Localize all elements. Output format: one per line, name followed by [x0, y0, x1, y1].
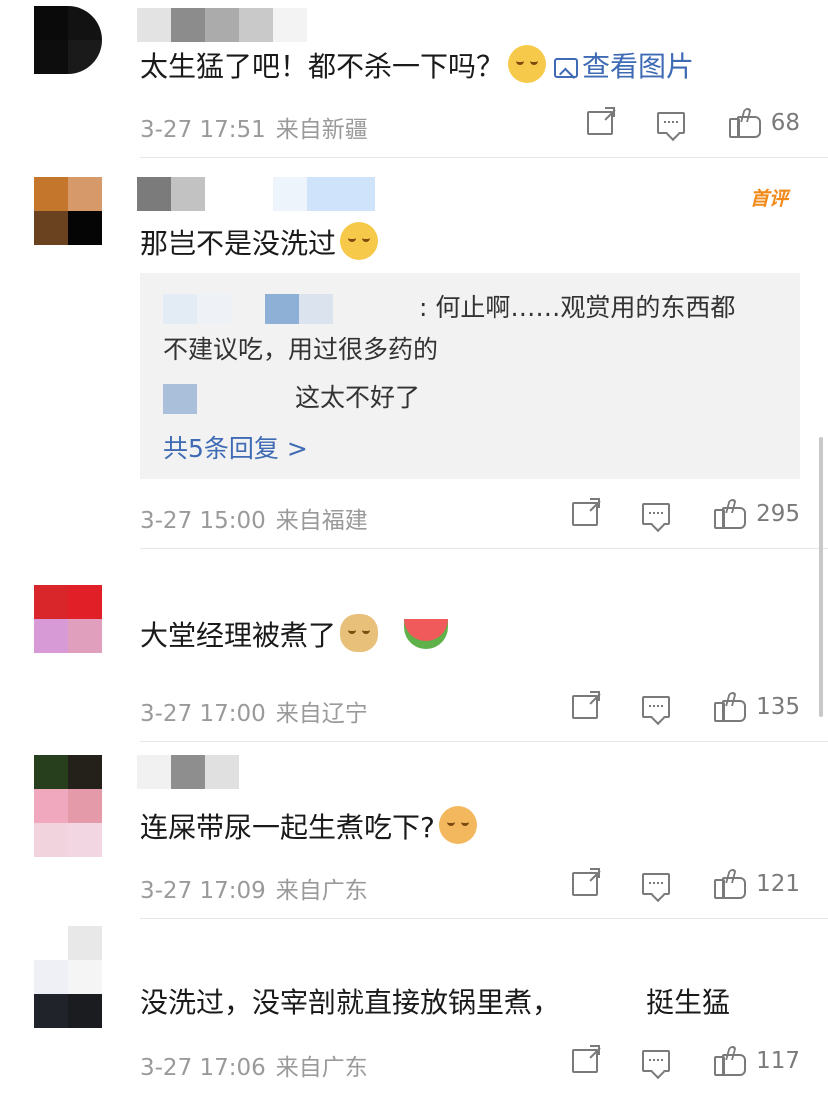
laugh-cry-emoji-icon: [340, 222, 379, 260]
reply-item: 这太不好了: [163, 379, 420, 417]
comment-meta: 3-27 17:00 来自辽宁: [140, 694, 368, 728]
comment-text: 没洗过，没宰剖就直接放锅里煮， 挺生猛: [140, 986, 731, 1019]
avatar[interactable]: [34, 6, 102, 74]
region: 来自辽宁: [275, 701, 368, 727]
timestamp: 3-27 17:06: [140, 1055, 266, 1081]
scrollbar[interactable]: [819, 437, 823, 717]
region: 来自广东: [275, 878, 368, 904]
share-icon[interactable]: [572, 498, 601, 526]
first-comment-badge: 首评: [749, 188, 788, 210]
watermelon-emoji-icon: [404, 619, 449, 649]
comment-text: 太生猛了吧！都不杀一下吗？ 查看图片: [140, 45, 694, 87]
comment-text: 连屎带尿一起生煮吃下?: [140, 806, 477, 848]
region: 来自广东: [275, 1055, 368, 1081]
comment-icon[interactable]: [642, 1050, 671, 1072]
region: 来自福建: [275, 508, 368, 534]
comment-meta: 3-27 17:06 来自广东: [140, 1048, 368, 1082]
comment-meta: 3-27 17:09 来自广东: [140, 871, 368, 905]
vomit-emoji-icon: [438, 806, 477, 844]
like-count: 121: [756, 871, 800, 897]
like-icon: [714, 1046, 747, 1076]
more-replies-link[interactable]: 共5条回复 >: [163, 429, 308, 465]
comment-text: 那岂不是没洗过: [140, 222, 379, 264]
reply-box[interactable]: : 何止啊……观赏用的东西都 不建议吃，用过很多药的 这太不好了 共5条回复 >: [140, 273, 800, 479]
reply-item: 不建议吃，用过很多药的: [163, 335, 439, 364]
avatar[interactable]: [34, 585, 102, 653]
avatar[interactable]: [34, 177, 102, 245]
comment-text: 大堂经理被煮了: [140, 614, 449, 656]
like-button[interactable]: 121: [714, 869, 800, 899]
share-icon[interactable]: [586, 107, 615, 135]
comment-icon[interactable]: [642, 873, 671, 895]
like-button[interactable]: 68: [728, 108, 800, 138]
username[interactable]: [137, 8, 307, 42]
like-button[interactable]: 117: [714, 1046, 800, 1076]
reply-item: : 何止啊……观赏用的东西都: [163, 289, 735, 327]
view-image-link[interactable]: 查看图片: [554, 50, 694, 83]
image-icon: [554, 58, 579, 78]
comment-actions: 121: [572, 868, 800, 899]
comment-actions: 68: [586, 107, 800, 138]
like-count: 68: [770, 110, 800, 136]
doge-emoji-icon: [340, 614, 379, 652]
share-icon[interactable]: [572, 1045, 601, 1073]
username[interactable]: [137, 755, 239, 789]
comment-meta: 3-27 17:51 来自新疆: [140, 110, 368, 144]
comment-icon[interactable]: [656, 112, 685, 134]
like-icon: [714, 499, 747, 529]
reply-username[interactable]: [163, 294, 197, 324]
like-icon: [728, 108, 761, 138]
comment-icon[interactable]: [642, 503, 671, 525]
divider: [140, 157, 828, 158]
comment-icon[interactable]: [642, 696, 671, 718]
like-count: 135: [756, 694, 800, 720]
timestamp: 3-27 15:00: [140, 508, 266, 534]
comment-meta: 3-27 15:00 来自福建: [140, 501, 368, 535]
share-icon[interactable]: [572, 868, 601, 896]
share-icon[interactable]: [572, 691, 601, 719]
like-button[interactable]: 295: [714, 499, 800, 529]
avatar[interactable]: [34, 755, 102, 857]
laugh-cry-emoji-icon: [508, 45, 547, 83]
like-icon: [714, 692, 747, 722]
like-count: 295: [756, 501, 800, 527]
username[interactable]: [137, 177, 375, 211]
like-button[interactable]: 135: [714, 692, 800, 722]
comment-actions: 135: [572, 691, 800, 722]
comment-actions: 295: [572, 498, 800, 529]
timestamp: 3-27 17:00: [140, 701, 266, 727]
divider: [140, 741, 828, 742]
avatar[interactable]: [34, 926, 102, 1028]
timestamp: 3-27 17:09: [140, 878, 266, 904]
timestamp: 3-27 17:51: [140, 117, 266, 143]
reply-username[interactable]: [163, 384, 197, 414]
like-count: 117: [756, 1048, 800, 1074]
divider: [140, 918, 828, 919]
comment-actions: 117: [572, 1045, 800, 1076]
divider: [140, 548, 828, 549]
like-icon: [714, 869, 747, 899]
region: 来自新疆: [275, 117, 368, 143]
